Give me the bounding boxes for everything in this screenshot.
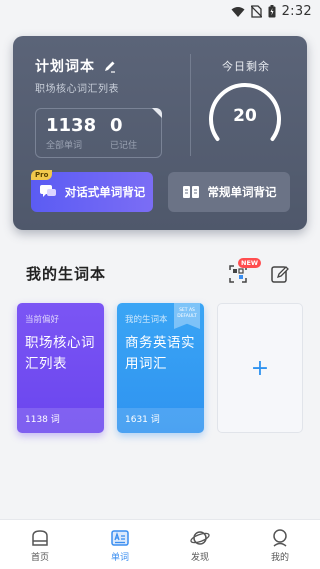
stat-total-label: 全部单词 bbox=[46, 141, 83, 151]
nav-label-words: 单词 bbox=[110, 553, 129, 563]
stat-remembered-value: 0 bbox=[110, 115, 123, 136]
plan-title-row: 计划词本 bbox=[35, 56, 117, 76]
plan-title: 计划词本 bbox=[35, 59, 95, 75]
profile-icon bbox=[273, 529, 287, 547]
book-tag: 我的生词本 bbox=[125, 315, 168, 325]
stat-remembered: 0 已记住 bbox=[110, 115, 137, 151]
stat-total-value: 1138 bbox=[46, 115, 97, 136]
vocab-section-title: 我的生词本 bbox=[26, 265, 107, 283]
regular-study-label: 常规单词背记 bbox=[207, 185, 277, 199]
nav-item-home[interactable]: 首页 bbox=[0, 520, 80, 569]
status-bar: 2:32 bbox=[0, 0, 320, 24]
pencil-icon[interactable] bbox=[103, 59, 117, 73]
nav-label-profile: 我的 bbox=[270, 553, 289, 563]
book-count: 1631 词 bbox=[117, 408, 204, 433]
wifi-icon bbox=[231, 6, 245, 17]
book-name: 职场核心词汇列表 bbox=[25, 335, 95, 372]
bottom-nav: 首页 单词 发现 我的 bbox=[0, 519, 320, 569]
set-default-ribbon[interactable]: SET AS DEFAULT bbox=[174, 303, 200, 329]
no-sim-icon bbox=[250, 5, 262, 18]
book-count: 1138 词 bbox=[17, 408, 104, 433]
book-icon bbox=[182, 186, 199, 198]
stat-total: 1138 全部单词 bbox=[46, 115, 96, 151]
regular-study-button[interactable]: 常规单词背记 bbox=[168, 172, 290, 212]
remaining-label: 今日剩余 bbox=[222, 60, 270, 73]
stat-remembered-label: 已记住 bbox=[110, 141, 138, 151]
planet-icon bbox=[190, 531, 210, 545]
book-name: 商务英语实用词汇 bbox=[125, 335, 195, 372]
edit-icon[interactable] bbox=[270, 264, 290, 284]
dialogue-study-button[interactable]: Pro 对话式单词背记 bbox=[31, 170, 153, 212]
book-tag: 当前偏好 bbox=[25, 315, 60, 325]
add-vocab-book-button[interactable]: + bbox=[217, 303, 303, 433]
plus-icon: + bbox=[250, 355, 270, 381]
status-icons: 2:32 bbox=[231, 4, 312, 19]
nav-item-words[interactable]: 单词 bbox=[80, 520, 160, 569]
nav-item-profile[interactable]: 我的 bbox=[240, 520, 320, 569]
corner-fold bbox=[152, 108, 162, 118]
status-time: 2:32 bbox=[281, 4, 312, 19]
word-icon bbox=[111, 530, 129, 546]
dialogue-icon bbox=[39, 185, 56, 197]
home-icon bbox=[32, 530, 48, 546]
vocab-book-card[interactable]: 当前偏好 职场核心词汇列表 1138 词 bbox=[17, 303, 104, 433]
plan-subtitle: 职场核心词汇列表 bbox=[35, 84, 119, 95]
pro-badge: Pro bbox=[31, 170, 53, 180]
nav-label-discover: 发现 bbox=[190, 553, 209, 563]
dialogue-study-label: 对话式单词背记 bbox=[64, 185, 146, 199]
plan-card[interactable]: 计划词本 职场核心词汇列表 1138 全部单词 0 已记住 今日剩余 20 Pr… bbox=[13, 36, 307, 230]
vocab-book-card[interactable]: 我的生词本 SET AS DEFAULT 商务英语实用词汇 1631 词 bbox=[117, 303, 204, 433]
nav-label-home: 首页 bbox=[30, 553, 49, 563]
remaining-value: 20 bbox=[233, 106, 257, 126]
nav-item-discover[interactable]: 发现 bbox=[160, 520, 240, 569]
battery-icon bbox=[268, 5, 276, 18]
new-badge: NEW bbox=[238, 258, 262, 268]
stats-box: 1138 全部单词 0 已记住 bbox=[35, 108, 162, 158]
card-divider bbox=[190, 54, 191, 156]
